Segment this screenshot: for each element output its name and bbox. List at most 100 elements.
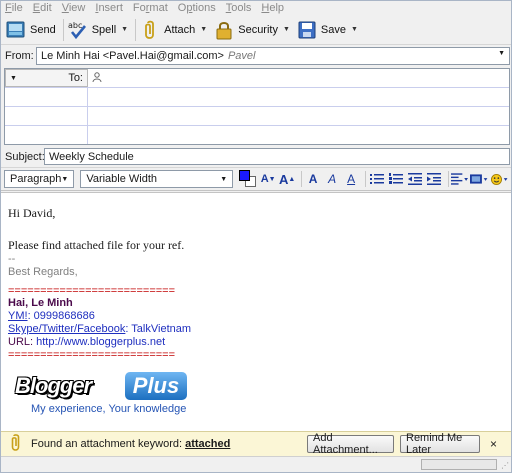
menu-view[interactable]: View (62, 2, 86, 14)
send-button[interactable]: Send (4, 17, 61, 43)
menu-help[interactable]: Help (261, 2, 284, 14)
menu-mnemonic: T (225, 2, 232, 14)
larger-text-label: A (279, 171, 289, 187)
underline-button[interactable]: A (343, 170, 360, 188)
regards-text: Best Regards, (8, 266, 78, 278)
bullet-list-icon[interactable] (369, 170, 386, 188)
font-value: Variable Width (86, 173, 158, 185)
recipient-address-input[interactable] (88, 69, 509, 87)
paragraph-format-value: Paragraph (10, 173, 62, 185)
url-link[interactable]: http://www.bloggerplus.net (36, 336, 165, 348)
from-identity-name: Pavel (227, 50, 256, 62)
add-attachment-button[interactable]: Add Attachment... (307, 432, 394, 456)
indent-icon[interactable] (426, 170, 443, 188)
status-progress-pane (421, 459, 497, 470)
signature-ym: YM!: 0999868686 (8, 310, 504, 323)
signature-rule: ========================== (8, 285, 176, 297)
bold-button[interactable]: A (305, 170, 322, 188)
floppy-disk-icon (297, 20, 317, 40)
recipient-address-input[interactable] (88, 107, 509, 125)
recipient-row[interactable] (5, 107, 509, 126)
decrease-icon: ▼ (268, 175, 276, 183)
remind-me-later-button[interactable]: Remind Me Later (400, 432, 480, 456)
reminder-message: Found an attachment keyword: (31, 438, 186, 450)
from-identity-select[interactable]: Le Minh Hai <Pavel.Hai@gmail.com> Pavel … (36, 47, 510, 65)
menu-bar: File Edit View Insert Format Options Too… (1, 1, 511, 15)
toolbar-separator (62, 18, 64, 41)
insert-object-icon[interactable] (470, 170, 488, 188)
lock-icon (214, 20, 234, 40)
recipient-row: ▼ To: (5, 69, 509, 88)
align-icon[interactable] (451, 170, 469, 188)
larger-text-button[interactable]: A ▲ (279, 170, 296, 188)
spell-button[interactable]: abc Spell ▼ (66, 17, 133, 43)
close-icon[interactable]: × (490, 437, 497, 451)
recipient-type-empty (5, 88, 88, 106)
greeting-text: Hi David, (8, 206, 56, 220)
menu-mnemonic: F (5, 2, 12, 14)
menu-edit[interactable]: Edit (33, 2, 52, 14)
spell-label: Spell (91, 23, 117, 36)
attach-dropdown-icon[interactable]: ▼ (200, 26, 207, 33)
reminder-keyword: attached (185, 438, 231, 450)
send-icon (6, 20, 26, 40)
spellcheck-icon-text: abc (68, 21, 82, 30)
outdent-icon[interactable] (407, 170, 424, 188)
color-picker[interactable] (239, 170, 257, 188)
save-dropdown-icon[interactable]: ▼ (351, 26, 358, 33)
increase-icon: ▲ (288, 175, 296, 183)
save-label: Save (320, 23, 346, 36)
format-toolbar: Paragraph ▼ Variable Width ▼ A ▼ A ▲ A A A (1, 167, 511, 191)
send-label: Send (30, 23, 56, 36)
message-body-editor[interactable]: Hi David, Please find attached file for … (1, 192, 511, 431)
menu-options[interactable]: Options (178, 2, 216, 14)
menu-insert[interactable]: Insert (95, 2, 123, 14)
security-button[interactable]: Security ▼ (212, 17, 295, 43)
chevron-down-icon: ▼ (498, 50, 505, 57)
bloggerplus-logo: Blogger Plus My experience, Your knowled… (13, 370, 189, 418)
text-color-swatch (239, 170, 251, 181)
font-select[interactable]: Variable Width ▼ (80, 170, 234, 188)
recipient-type-select[interactable]: ▼ To: (5, 69, 88, 87)
attach-button[interactable]: Attach ▼ (138, 17, 212, 43)
resize-grip-icon[interactable]: ⋰ (501, 461, 509, 470)
smaller-text-button[interactable]: A ▼ (260, 170, 277, 188)
numbered-list-icon[interactable] (388, 170, 405, 188)
menu-mnemonic: r (145, 2, 150, 14)
save-button[interactable]: Save ▼ (295, 17, 363, 43)
from-row: From: Le Minh Hai <Pavel.Hai@gmail.com> … (1, 45, 511, 67)
social-value[interactable]: : TalkVietnam (125, 323, 191, 335)
signature-rule: ========================== (8, 349, 176, 361)
format-separator (364, 171, 366, 187)
recipient-row[interactable] (5, 88, 509, 107)
signature-url: URL: http://www.bloggerplus.net (8, 336, 504, 349)
subject-input[interactable]: Weekly Schedule (44, 148, 510, 165)
recipient-row[interactable] (5, 126, 509, 145)
ym-value: : 0999868686 (27, 310, 95, 322)
recipient-type-empty (5, 126, 88, 144)
compose-window: File Edit View Insert Format Options Too… (0, 0, 512, 473)
attach-label: Attach (164, 23, 196, 36)
contact-icon (92, 71, 102, 85)
menu-file[interactable]: File (5, 2, 23, 14)
smaller-text-label: A (260, 173, 269, 185)
paragraph-format-select[interactable]: Paragraph ▼ (4, 170, 75, 188)
recipient-address-input[interactable] (88, 88, 509, 106)
recipient-address-input[interactable] (88, 126, 509, 145)
compose-toolbar: Send abc Spell ▼ Attach ▼ Security ▼ Sav… (1, 15, 511, 45)
security-dropdown-icon[interactable]: ▼ (283, 26, 290, 33)
menu-tools[interactable]: Tools (226, 2, 252, 14)
format-separator (300, 171, 302, 187)
spell-dropdown-icon[interactable]: ▼ (121, 26, 128, 33)
url-label: URL: (8, 336, 37, 348)
logo-plus: Plus (125, 372, 187, 400)
menu-format[interactable]: Format (133, 2, 168, 14)
format-separator (447, 171, 449, 187)
menu-mnemonic: V (61, 2, 69, 14)
italic-button[interactable]: A (324, 170, 341, 188)
menu-mnemonic: p (186, 2, 193, 14)
ym-label: YM! (8, 310, 28, 322)
recipient-list: ▼ To: (4, 68, 510, 145)
smiley-icon[interactable] (490, 170, 509, 188)
